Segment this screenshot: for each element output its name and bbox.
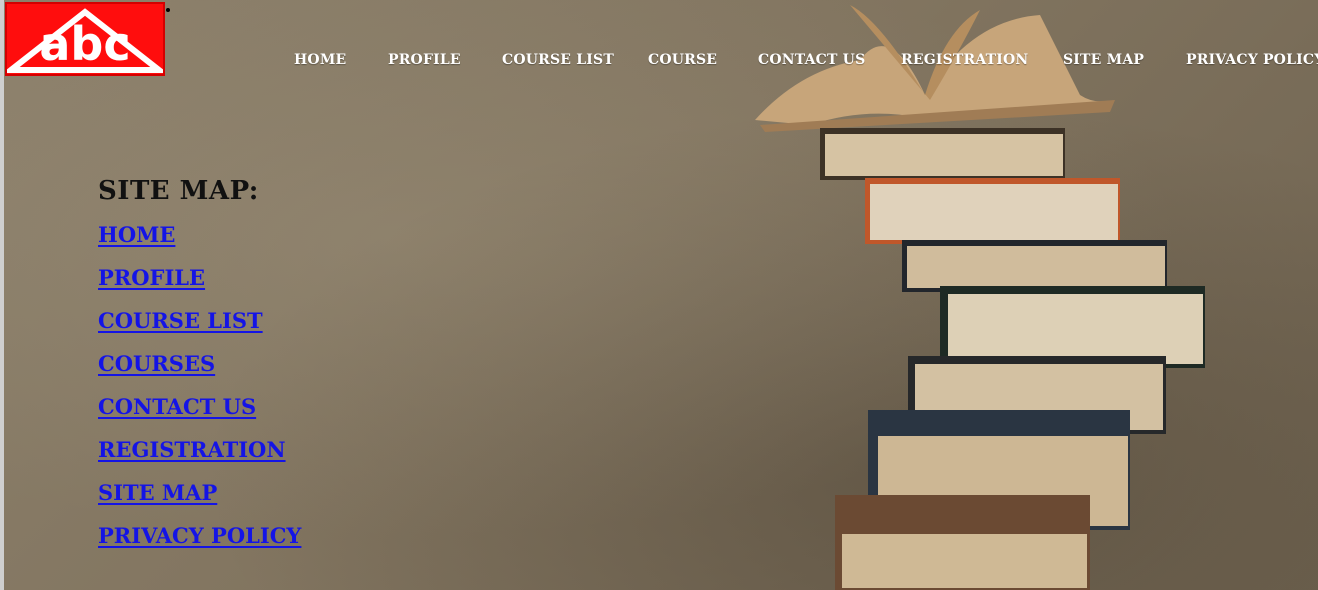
list-item: REGISTRATION [98, 437, 301, 480]
top-navigation: HOME PROFILE COURSE LIST COURSE CONTACT … [0, 52, 1318, 72]
list-item: COURSES [98, 351, 301, 394]
sitemap-link-contact-us[interactable]: CONTACT US [98, 394, 256, 419]
left-edge-strip [0, 0, 4, 590]
list-item: PRIVACY POLICY [98, 523, 301, 566]
list-item: SITE MAP [98, 480, 301, 523]
sitemap-link-site-map[interactable]: SITE MAP [98, 480, 217, 505]
nav-course-list[interactable]: COURSE LIST [502, 52, 614, 68]
sitemap-link-home[interactable]: HOME [98, 222, 175, 247]
sitemap-link-registration[interactable]: REGISTRATION [98, 437, 286, 462]
nav-contact-us[interactable]: CONTACT US [758, 52, 865, 68]
site-map-title: SITE MAP: [98, 176, 259, 206]
list-item: PROFILE [98, 265, 301, 308]
nav-registration[interactable]: REGISTRATION [901, 52, 1028, 68]
list-item: COURSE LIST [98, 308, 301, 351]
nav-site-map[interactable]: SITE MAP [1063, 52, 1144, 68]
stack-of-books-image [755, 5, 1205, 590]
site-map-section: SITE MAP: HOME PROFILE COURSE LIST COURS… [98, 176, 301, 566]
sitemap-link-profile[interactable]: PROFILE [98, 265, 205, 290]
site-map-list: HOME PROFILE COURSE LIST COURSES CONTACT… [98, 222, 301, 566]
logo-dot [166, 8, 170, 12]
nav-profile[interactable]: PROFILE [388, 52, 461, 68]
nav-privacy-policy[interactable]: PRIVACY POLICY [1186, 52, 1318, 68]
list-item: CONTACT US [98, 394, 301, 437]
sitemap-link-course-list[interactable]: COURSE LIST [98, 308, 263, 333]
nav-home[interactable]: HOME [294, 52, 346, 68]
list-item: HOME [98, 222, 301, 265]
sitemap-link-privacy-policy[interactable]: PRIVACY POLICY [98, 523, 301, 548]
nav-course[interactable]: COURSE [648, 52, 717, 68]
sitemap-link-courses[interactable]: COURSES [98, 351, 215, 376]
